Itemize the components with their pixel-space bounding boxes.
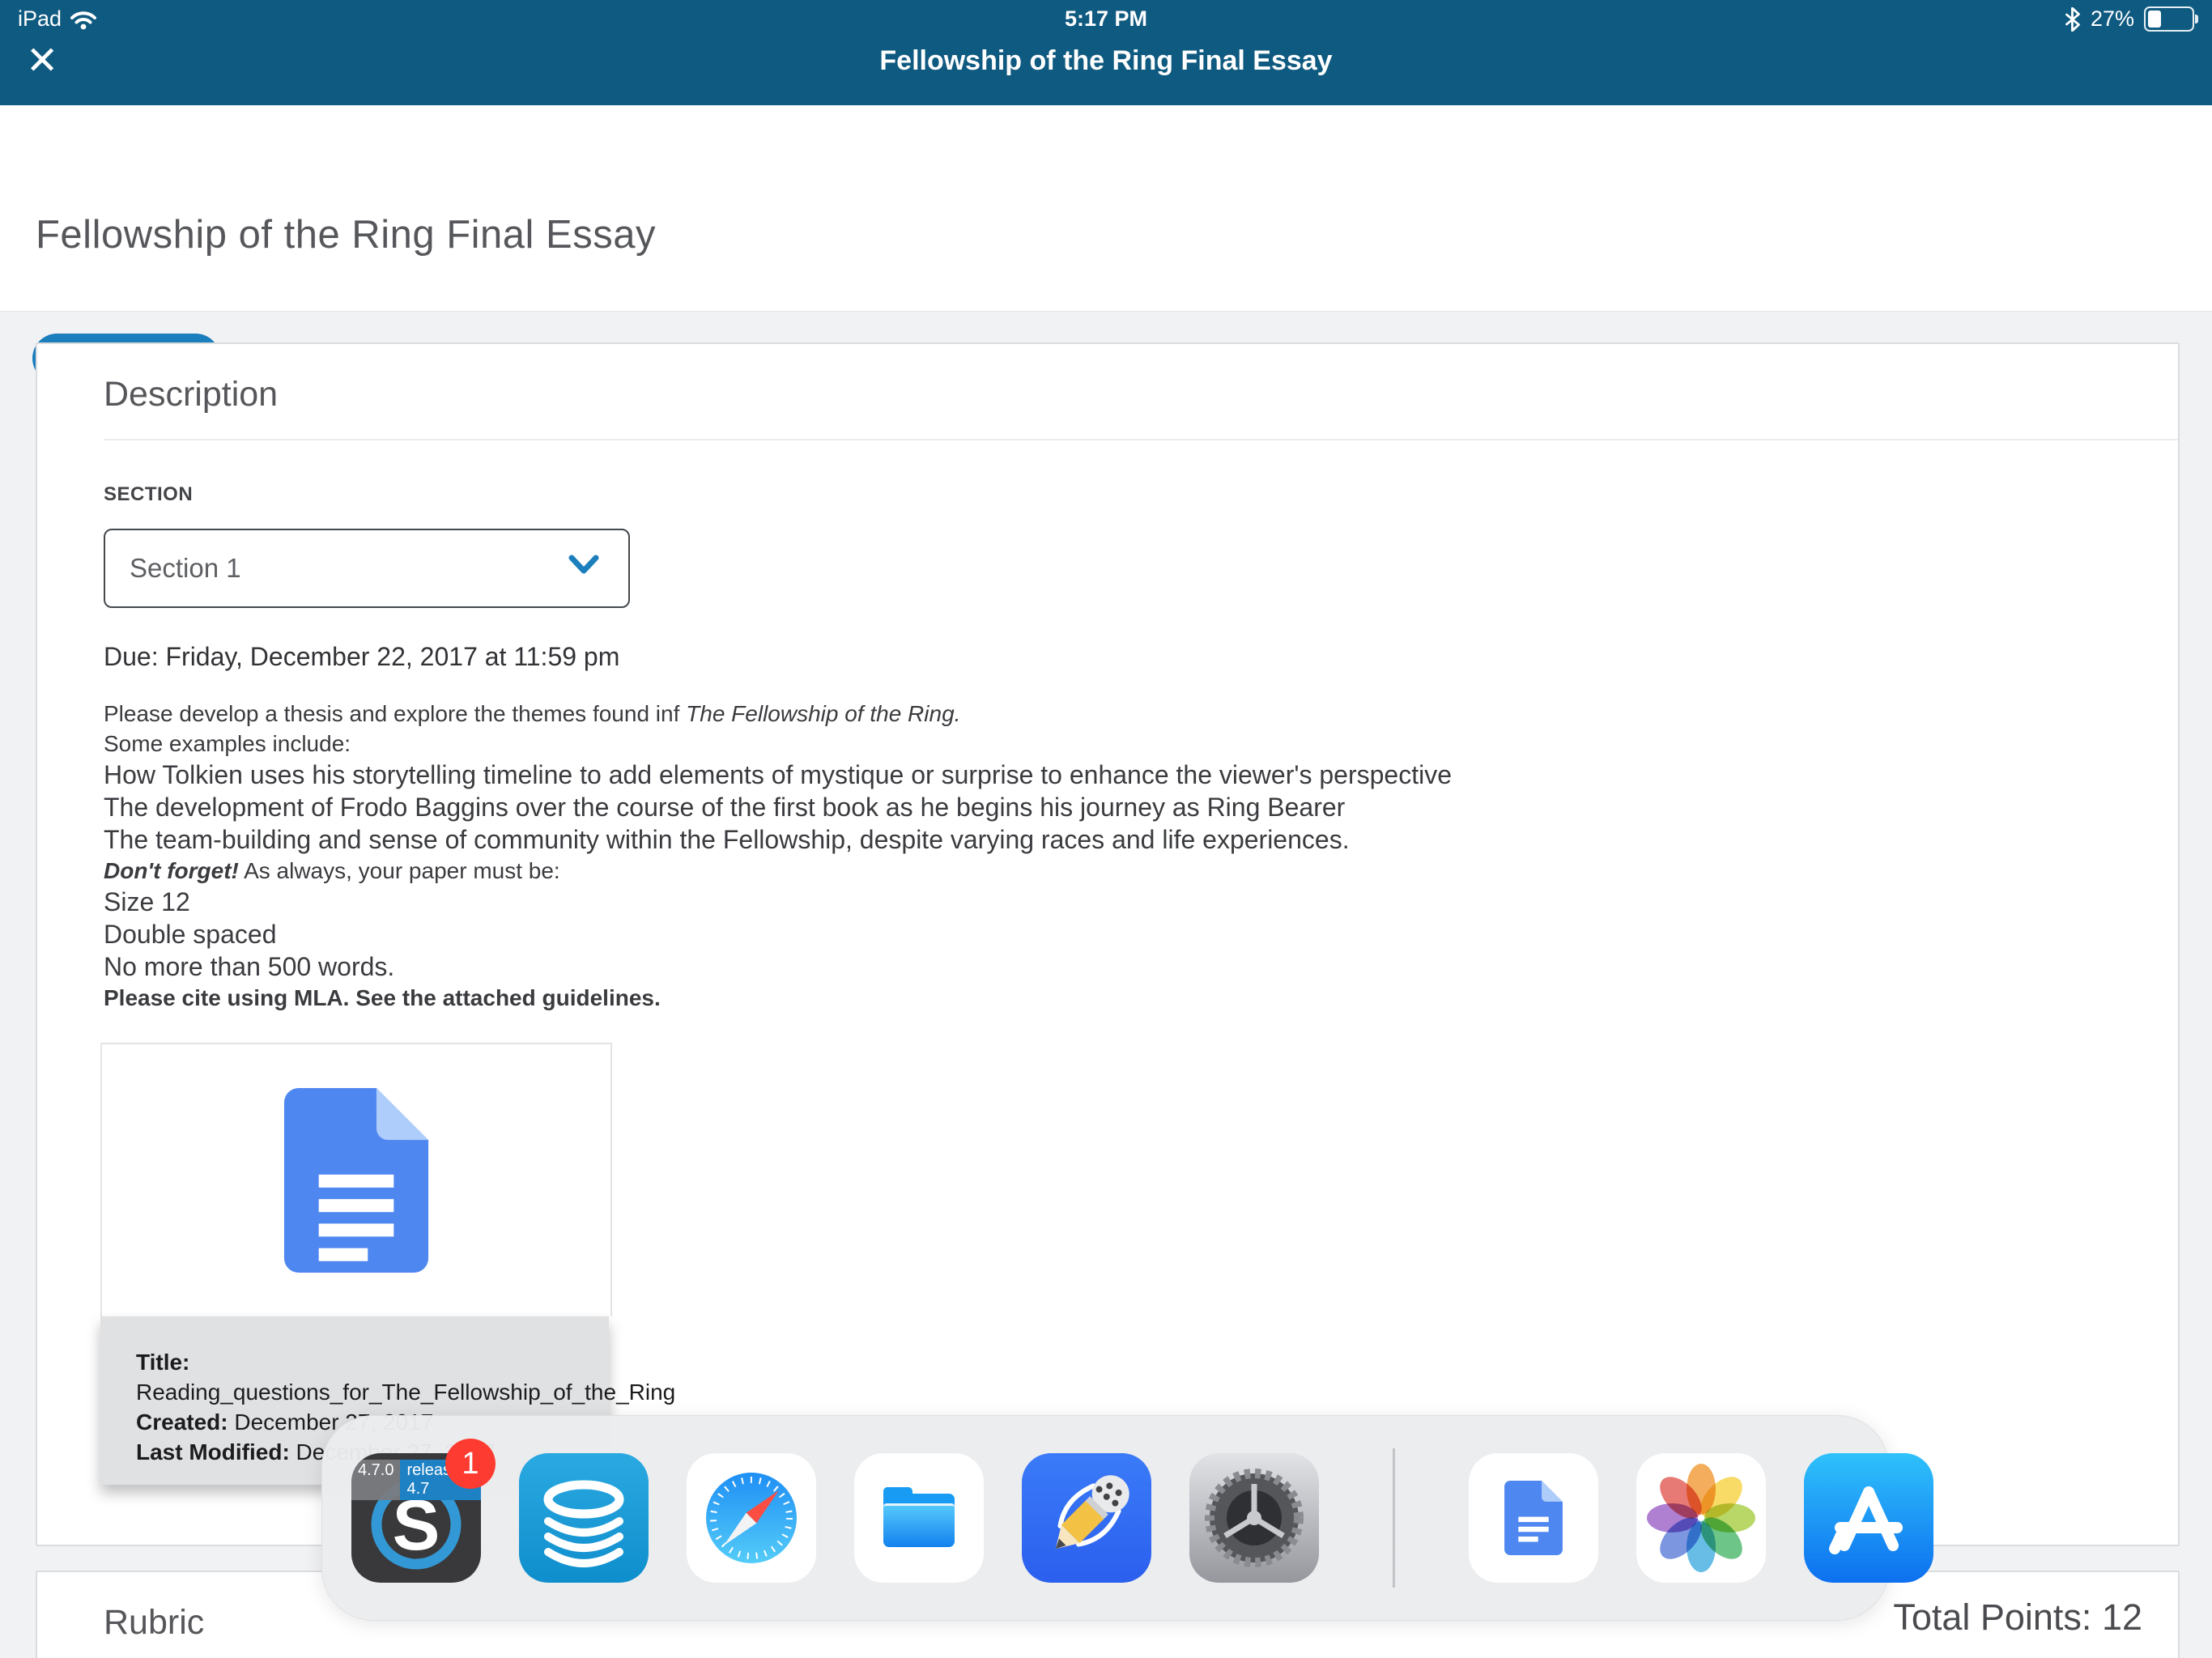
body-line: The team-building and sense of community… [104,823,2087,856]
total-points: Total Points: 12 [1893,1596,2142,1639]
battery-icon [2144,6,2194,32]
rubric-heading: Rubric [104,1603,204,1643]
google-docs-icon [1469,1453,1598,1583]
app-icon-app-store[interactable] [1804,1453,1933,1583]
description-card: Description SECTION Section 1 Due: Frida… [36,342,2180,1546]
settings-gear-icon [1189,1453,1319,1583]
dock: S S 4.7.0 release 4.7 1 [321,1415,1889,1621]
divider [104,439,2178,440]
app-store-icon [1804,1453,1933,1583]
screen: iPad 5:17 PM 27% ✕ Fellowship of the Rin… [0,0,2212,1658]
app-icon-schoology[interactable]: S S 4.7.0 release 4.7 1 [351,1453,481,1583]
app-icon-settings[interactable] [1189,1453,1319,1583]
top-bar: iPad 5:17 PM 27% ✕ Fellowship of the Rin… [0,0,2212,105]
stacked-rings-icon [519,1453,649,1583]
body-line: Size 12 [104,886,2087,918]
app-icon-photos[interactable] [1636,1453,1766,1583]
page-title: Fellowship of the Ring Final Essay [36,212,656,257]
safari-compass-icon [687,1453,816,1583]
version-chip: 4.7.0 [351,1460,400,1500]
body-line: Please develop a thesis and explore the … [104,699,2087,729]
page-header: Fellowship of the Ring Final Essay Assig… [0,105,2212,312]
attachment-title-label: Title: [136,1347,609,1377]
body-line: Some examples include: [104,729,2087,759]
battery-percent: 27% [2091,6,2134,32]
app-icon-stacked-rings[interactable] [519,1453,649,1583]
due-date: Due: Friday, December 22, 2017 at 11:59 … [104,642,619,672]
assignment-body: Please develop a thesis and explore the … [104,699,2087,1013]
dock-divider [1393,1448,1395,1588]
notification-badge: 1 [445,1439,496,1489]
body-line: How Tolkien uses his storytelling timeli… [104,759,2087,791]
attachment-thumbnail [100,1043,612,1316]
photos-flower-icon [1636,1453,1766,1583]
status-time: 5:17 PM [0,6,2212,32]
bluetooth-icon [2065,7,2081,32]
app-icon-notability[interactable] [1022,1453,1151,1583]
app-icon-google-docs[interactable] [1469,1453,1598,1583]
app-icon-files[interactable] [854,1453,984,1583]
description-heading: Description [104,375,278,414]
chevron-down-icon [568,555,599,576]
section-label: SECTION [104,483,193,506]
body-line: No more than 500 words. [104,950,2087,983]
nav-title: Fellowship of the Ring Final Essay [0,45,2212,77]
body-line: Double spaced [104,918,2087,950]
section-dropdown-value: Section 1 [130,553,241,584]
body-line: Please cite using MLA. See the attached … [104,983,2087,1013]
body-line: The development of Frodo Baggins over th… [104,791,2087,823]
app-icon-safari[interactable] [687,1453,816,1583]
notability-pencil-icon [1022,1453,1151,1583]
attachment-title-value: Reading_questions_for_The_Fellowship_of_… [136,1377,609,1407]
google-docs-file-icon [275,1088,437,1273]
files-folder-icon [854,1453,984,1583]
body-line: Don't forget! As always, your paper must… [104,856,2087,886]
status-right: 27% [2065,6,2194,32]
section-dropdown[interactable]: Section 1 [104,529,630,608]
